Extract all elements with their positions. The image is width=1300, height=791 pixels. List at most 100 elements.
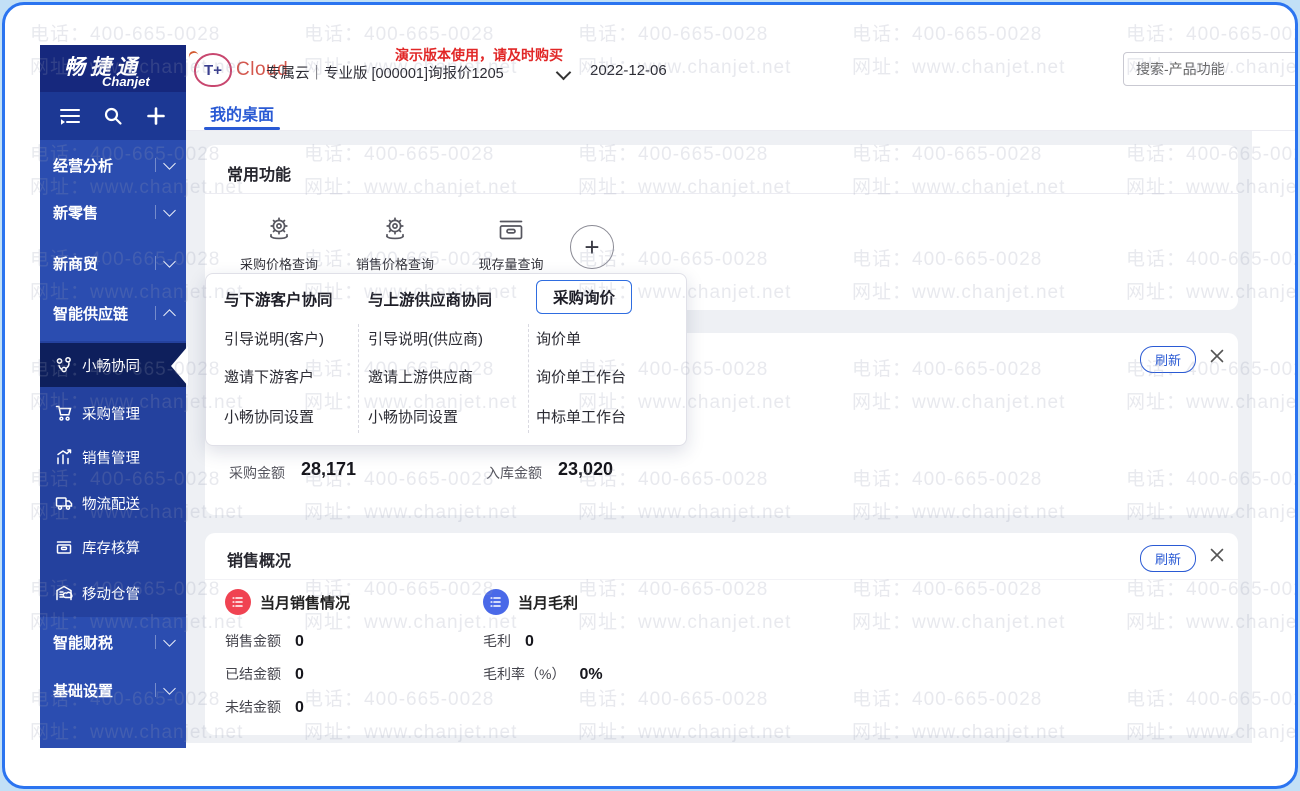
divider (205, 193, 1238, 194)
menu-item[interactable]: 引导说明(客户) (224, 328, 324, 349)
cart-icon (55, 404, 73, 422)
monthly-gross-profit-header: 当月毛利 (483, 589, 603, 615)
refresh-button[interactable]: 刷新 (1140, 545, 1196, 572)
menu-item[interactable]: 引导说明(供应商) (368, 328, 483, 349)
refresh-button[interactable]: 刷新 (1140, 346, 1196, 373)
metric-row: 销售金额 0 (225, 631, 350, 651)
metric-label: 毛利 (483, 631, 511, 651)
inbound-amount-label: 入库金额 (486, 463, 542, 483)
menu-item[interactable]: 中标单工作台 (536, 406, 626, 427)
sidebar-item-label: 移动仓管 (82, 583, 140, 604)
metric-label: 毛利率（%） (483, 664, 565, 684)
edition-account-label[interactable]: 专属云｜专业版 [000001]询报价1205 (266, 62, 504, 83)
sidebar-item-xiaochang-collaboration[interactable]: 小畅协同 (40, 343, 186, 387)
warehouse-icon (55, 584, 73, 602)
sales-overview-title: 销售概况 (227, 547, 291, 571)
sidebar-item-new-trade[interactable]: 新商贸 (40, 241, 186, 285)
quick-action-label: 销售价格查询 (356, 254, 434, 273)
inbound-amount-value: 23,020 (558, 459, 613, 480)
metric-value: 0 (295, 633, 304, 651)
sidebar-item-inventory-accounting[interactable]: 库存核算 (40, 525, 186, 569)
menu-item[interactable]: 邀请上游供应商 (368, 366, 473, 387)
brand-name-en: Chanjet (102, 74, 150, 89)
sidebar-item-logistics-delivery[interactable]: 物流配送 (40, 481, 186, 525)
flyout-column-header: 与下游客户协同 (224, 288, 333, 310)
metric-row: 毛利 0 (483, 631, 603, 651)
sidebar-item-business-analysis[interactable]: 经营分析 (40, 143, 186, 187)
tab-active-underline (204, 127, 280, 130)
monthly-sales-section: 当月销售情况 销售金额 0 已结金额 0 未结金额 0 (225, 589, 350, 717)
sidebar-item-label: 销售管理 (82, 447, 140, 468)
plus-icon[interactable] (143, 103, 169, 129)
collapse-menu-icon[interactable] (57, 103, 83, 129)
quick-actions-row: 采购价格查询 销售价格查询 (221, 215, 569, 273)
add-quick-action-button[interactable]: + (570, 225, 614, 269)
chevron-down-icon (163, 204, 176, 217)
menu-item[interactable]: 小畅协同设置 (224, 406, 314, 427)
tab-bar: 我的桌面 (186, 92, 1295, 131)
chevron-up-icon (163, 309, 176, 322)
menu-item[interactable]: 询价单 (536, 328, 581, 349)
metric-value: 0% (579, 666, 602, 684)
chevron-down-icon (163, 255, 176, 268)
sidebar-item-label: 小畅协同 (82, 355, 140, 376)
gear-icon (264, 215, 294, 245)
top-header: 演示版本使用，请及时购买 T+ Cloud 专属云｜专业版 [000001]询报… (186, 45, 1295, 92)
sidebar-item-label: 采购管理 (82, 403, 140, 424)
sales-report-icon (225, 589, 251, 615)
divider (358, 324, 359, 433)
monthly-gross-profit-section: 当月毛利 毛利 0 毛利率（%） 0% (483, 589, 603, 684)
menu-item[interactable]: 询价单工作台 (536, 366, 626, 387)
app-window: 演示版本使用，请及时购买 T+ Cloud 专属云｜专业版 [000001]询报… (2, 2, 1298, 789)
metric-value: 0 (525, 633, 534, 651)
menu-item[interactable]: 小畅协同设置 (368, 406, 458, 427)
sidebar-item-new-retail[interactable]: 新零售 (40, 190, 186, 234)
profit-report-icon (483, 589, 509, 615)
sidebar-item-sales-management[interactable]: 销售管理 (40, 435, 186, 479)
search-icon[interactable] (100, 103, 126, 129)
sidebar-item-label: 基础设置 (53, 680, 113, 701)
brand-logo: 畅捷通 Chanjet (40, 45, 186, 92)
sidebar-item-smart-supply-chain[interactable]: 智能供应链 (40, 291, 186, 335)
close-icon[interactable] (1209, 547, 1225, 563)
chevron-down-icon (163, 634, 176, 647)
sidebar-item-smart-finance-tax[interactable]: 智能财税 (40, 620, 186, 664)
metric-label: 已结金额 (225, 664, 281, 684)
metric-row: 未结金额 0 (225, 697, 350, 717)
quick-action-sales-price[interactable]: 销售价格查询 (337, 215, 453, 273)
watermark-phone: 电话：400-665-0028 (852, 19, 1042, 46)
collaboration-flyout-menu: 与下游客户协同 引导说明(客户) 邀请下游客户 小畅协同设置 与上游供应商协同 … (205, 273, 687, 446)
sidebar-item-mobile-warehouse[interactable]: 移动仓管 (40, 571, 186, 615)
quick-action-purchase-price[interactable]: 采购价格查询 (221, 215, 337, 273)
search-input[interactable] (1123, 52, 1298, 86)
metric-value: 0 (295, 699, 304, 717)
quick-action-label: 采购价格查询 (240, 254, 318, 273)
current-date: 2022-12-06 (590, 62, 667, 79)
sidebar-item-purchase-management[interactable]: 采购管理 (40, 391, 186, 435)
sales-overview-card: 销售概况 刷新 当月销售情况 销售金额 0 (205, 533, 1238, 735)
gear-icon (380, 215, 410, 245)
metric-label: 销售金额 (225, 631, 281, 651)
tab-my-desktop[interactable]: 我的桌面 (210, 101, 274, 125)
purchase-amount-value: 28,171 (301, 459, 356, 480)
sidebar-item-basic-settings[interactable]: 基础设置 (40, 668, 186, 712)
section-title: 当月销售情况 (260, 592, 350, 613)
menu-item[interactable]: 邀请下游客户 (224, 366, 314, 387)
chart-icon (55, 448, 73, 466)
chevron-down-icon (163, 157, 176, 170)
sidebar-item-label: 物流配送 (82, 493, 140, 514)
chevron-down-icon (163, 682, 176, 695)
flyout-arrow (171, 346, 188, 386)
metric-label: 未结金额 (225, 697, 281, 717)
quick-action-stock-query[interactable]: 现存量查询 (453, 215, 569, 273)
watermark-phone: 电话：400-665-0028 (30, 19, 220, 46)
metric-value: 0 (295, 666, 304, 684)
account-chevron-down-icon[interactable] (556, 65, 572, 81)
watermark-phone: 电话：400-665-0028 (578, 19, 768, 46)
tplus-logo-icon: T+ (194, 53, 232, 87)
close-icon[interactable] (1209, 348, 1225, 364)
watermark-phone: 电话：400-665-0028 (1126, 19, 1295, 46)
truck-icon (55, 494, 73, 512)
flyout-column-header-highlighted[interactable]: 采购询价 (536, 280, 632, 314)
section-title: 当月毛利 (518, 592, 578, 613)
